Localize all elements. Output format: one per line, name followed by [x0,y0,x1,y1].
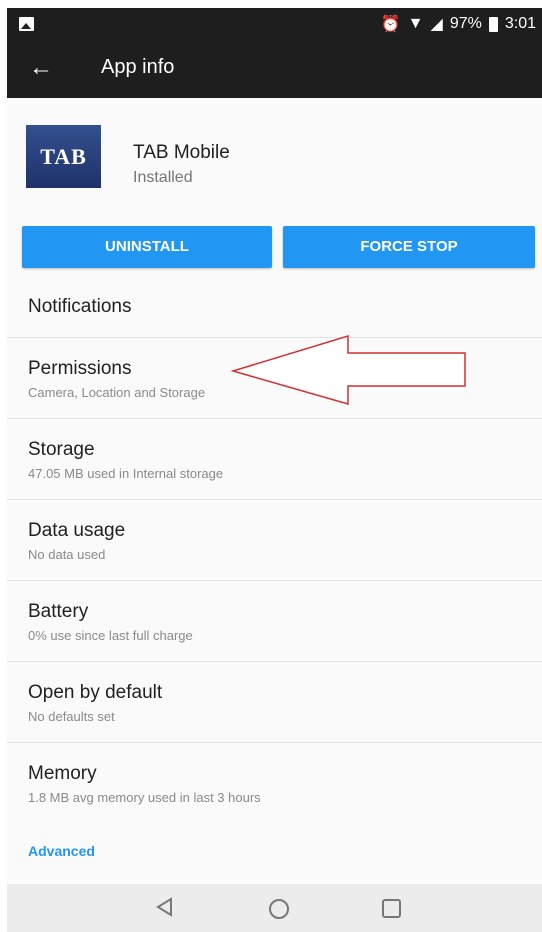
permissions-subtitle: Camera, Location and Storage [28,385,206,400]
app-info-screen: ⏰ ▼ ◢ 97% 3:01 ← App info TAB TAB Mobile… [7,8,542,932]
memory-title: Memory [28,763,97,784]
nav-home-icon[interactable] [269,899,289,919]
battery-title: Battery [28,601,89,622]
permissions-item[interactable]: Permissions Camera, Location and Storage [7,338,542,419]
wifi-icon: ▼ [407,15,424,32]
navigation-bar [7,884,542,932]
battery-percent: 97% [449,15,482,32]
storage-item[interactable]: Storage 47.05 MB used in Internal storag… [7,419,542,500]
permissions-title: Permissions [28,358,132,379]
uninstall-button[interactable]: UNINSTALL [22,226,272,268]
battery-charging-icon [488,16,498,32]
battery-subtitle: 0% use since last full charge [28,628,193,643]
page-title: App info [101,56,175,78]
force-stop-button[interactable]: FORCE STOP [283,226,535,268]
open-by-default-title: Open by default [28,682,163,703]
notifications-title: Notifications [28,296,132,317]
notifications-item[interactable]: Notifications [7,282,542,338]
memory-item[interactable]: Memory 1.8 MB avg memory used in last 3 … [7,743,542,823]
storage-subtitle: 47.05 MB used in Internal storage [28,466,224,481]
advanced-link[interactable]: Advanced [28,843,95,859]
signal-icon: ◢ [430,16,443,33]
app-bar: ← App info [7,41,542,98]
data-usage-subtitle: No data used [28,547,106,562]
status-bar: ⏰ ▼ ◢ 97% 3:01 [7,8,542,41]
data-usage-item[interactable]: Data usage No data used [7,500,542,581]
battery-item[interactable]: Battery 0% use since last full charge [7,581,542,662]
alarm-icon: ⏰ [380,16,401,33]
open-by-default-subtitle: No defaults set [28,709,115,724]
app-header: TAB TAB Mobile Installed [7,98,542,216]
app-install-status: Installed [133,169,193,186]
memory-subtitle: 1.8 MB avg memory used in last 3 hours [28,790,261,805]
storage-title: Storage [28,439,95,460]
app-name: TAB Mobile [133,142,230,163]
open-by-default-item[interactable]: Open by default No defaults set [7,662,542,743]
clock: 3:01 [504,15,536,32]
nav-back-icon[interactable] [154,896,176,918]
image-icon [19,17,34,31]
arrow-left-icon[interactable]: ← [29,53,53,83]
nav-recents-icon[interactable] [382,899,401,918]
data-usage-title: Data usage [28,520,126,541]
app-logo: TAB [26,125,101,188]
